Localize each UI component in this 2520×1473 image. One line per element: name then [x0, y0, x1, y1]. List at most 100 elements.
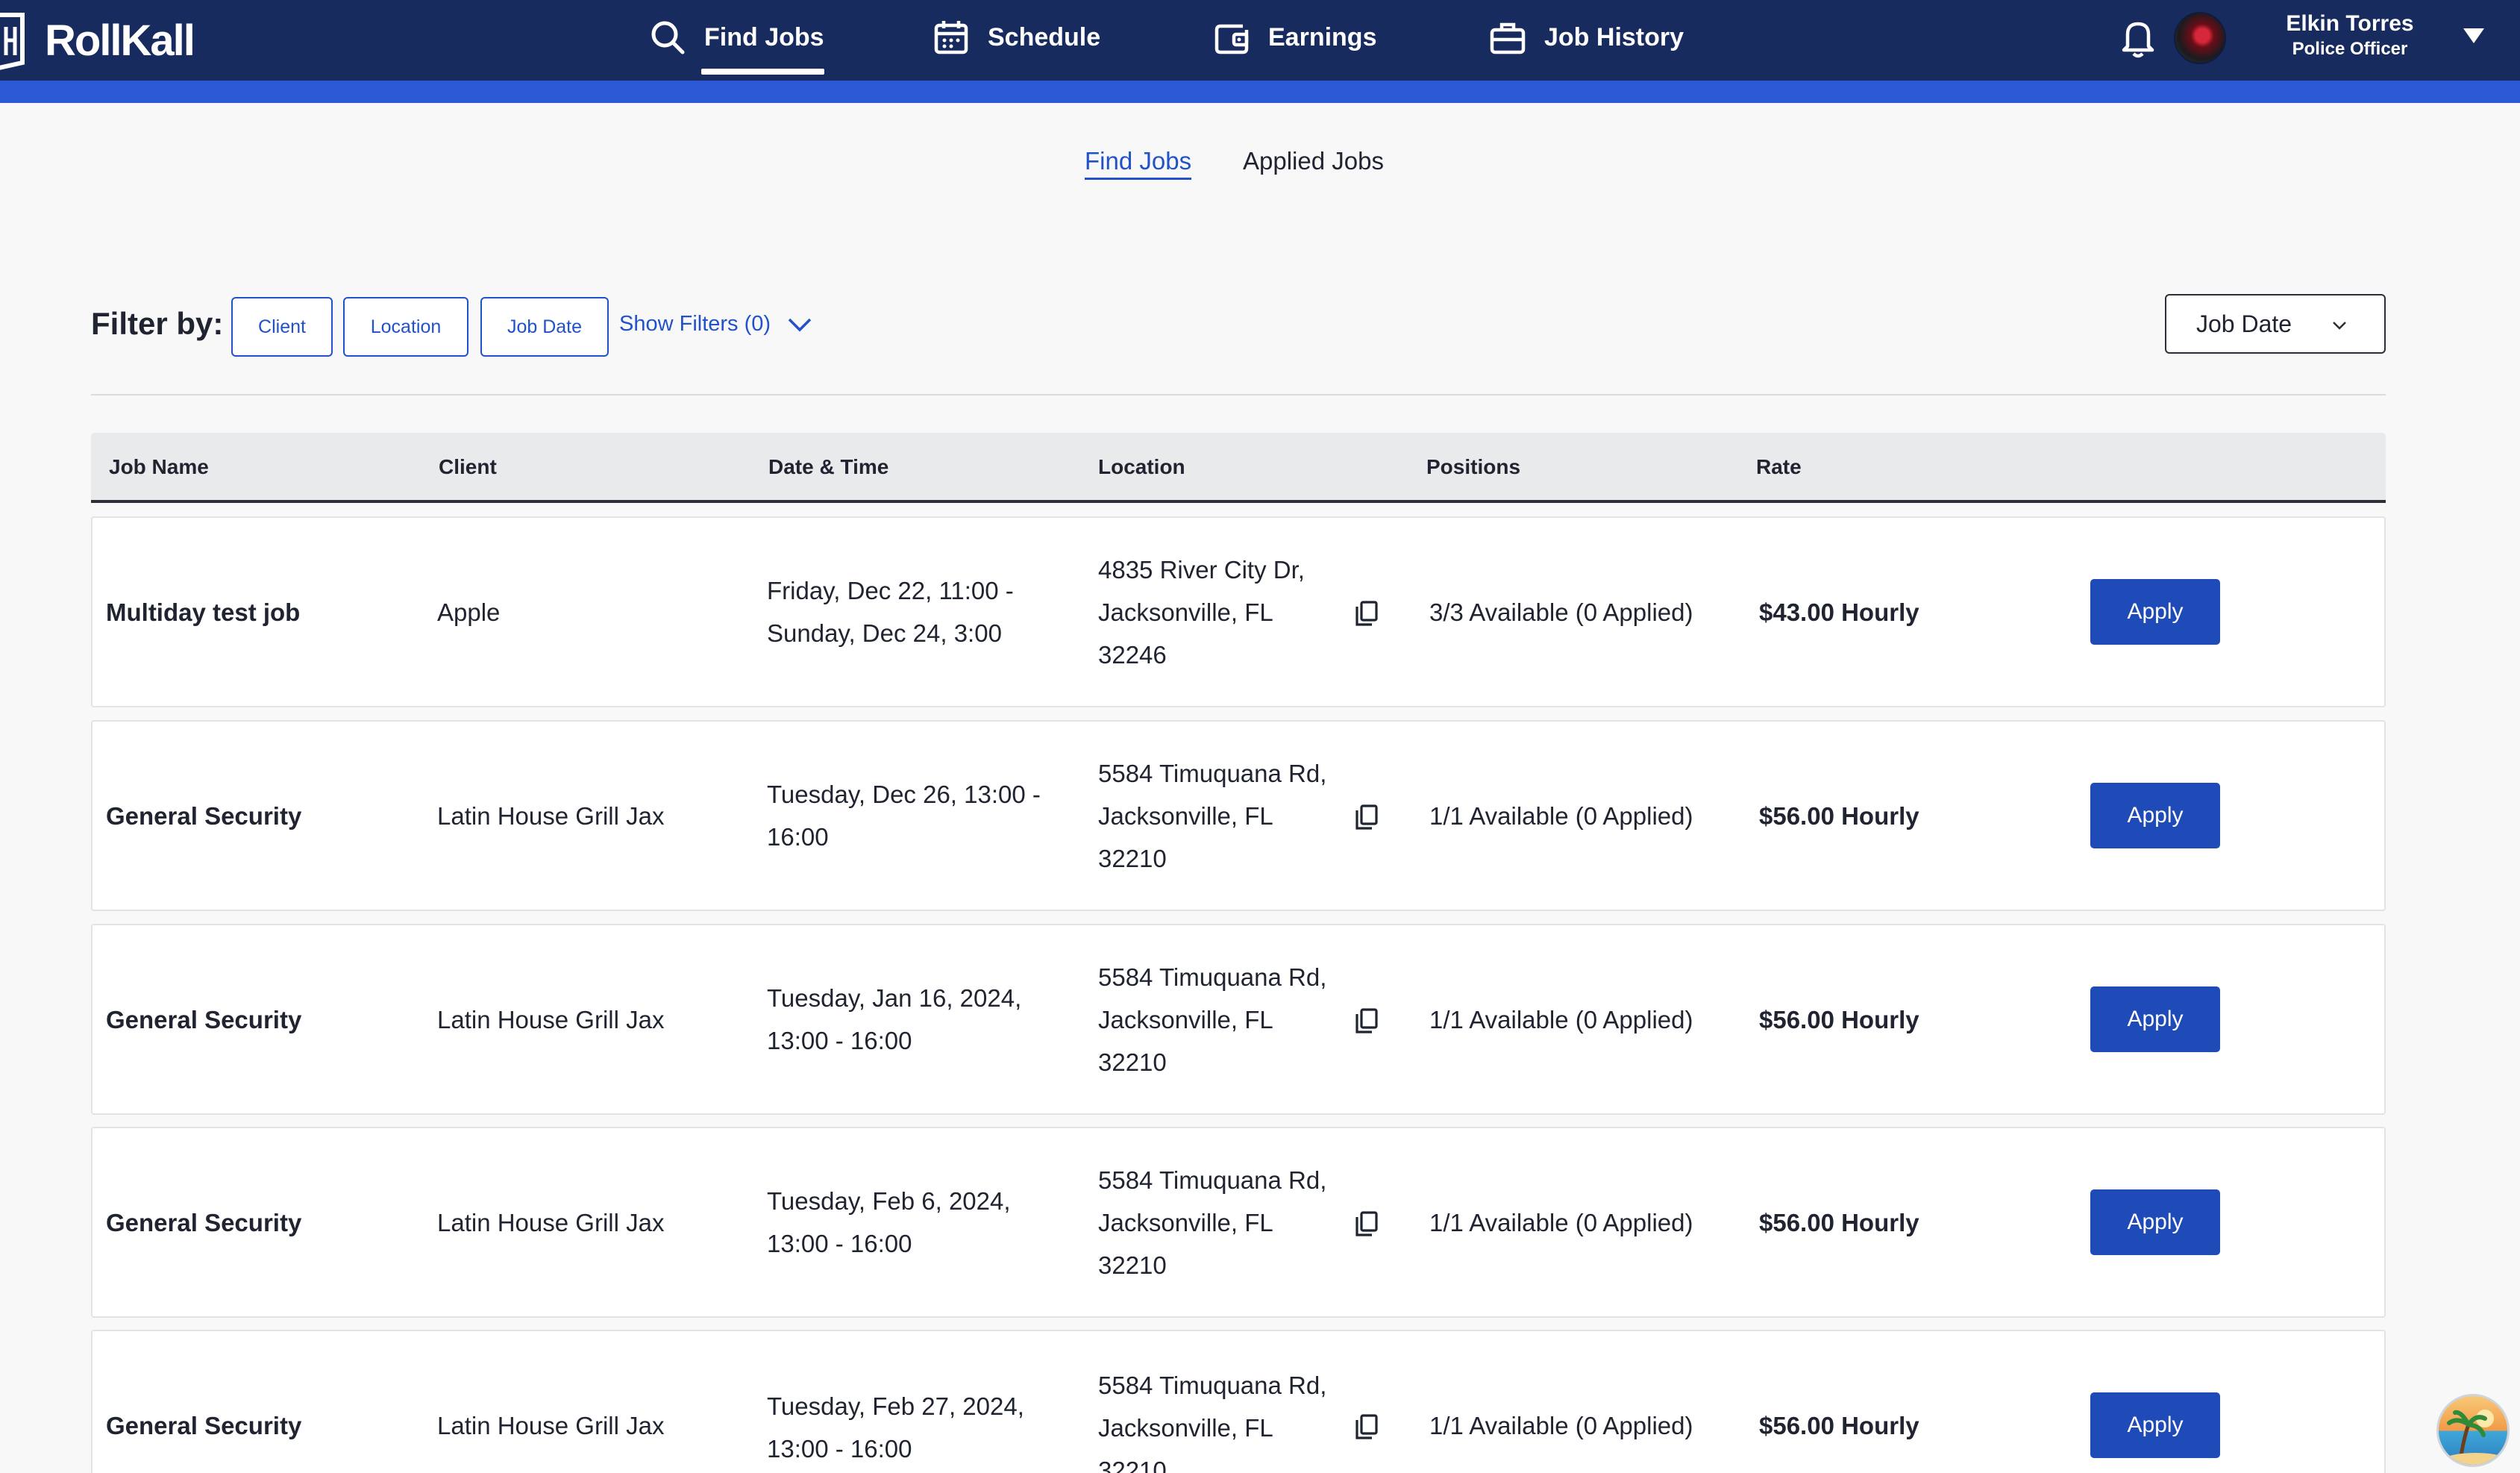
column-header-client: Client — [439, 455, 497, 478]
date-line: Tuesday, Feb 27, 2024, — [767, 1392, 1024, 1420]
location-line: Jacksonville, FL — [1098, 1414, 1273, 1442]
apply-button[interactable]: Apply — [2090, 986, 2220, 1052]
column-header-date-time: Date & Time — [768, 455, 889, 478]
date-line: 16:00 — [767, 823, 829, 851]
logo-text: RollKall — [45, 16, 195, 65]
location: 5584 Timuquana Rd, Jacksonville, FL 32210 — [1098, 722, 1326, 910]
apply-button[interactable]: Apply — [2090, 1189, 2220, 1255]
user-name: Elkin Torres — [2286, 11, 2414, 36]
table-row: General Security Latin House Grill Jax T… — [91, 720, 2386, 911]
table-row: General Security Latin House Grill Jax T… — [91, 1127, 2386, 1318]
table-header: Job Name Client Date & Time Location Pos… — [91, 433, 2386, 503]
location-line: 32210 — [1098, 1048, 1167, 1076]
sort-select[interactable]: Job Date — [2165, 294, 2386, 354]
column-header-rate: Rate — [1756, 455, 1802, 478]
nav-find-jobs[interactable]: Find Jobs — [649, 0, 824, 75]
column-header-job-name: Job Name — [109, 455, 209, 478]
date-line: 13:00 - 16:00 — [767, 1027, 912, 1054]
job-name[interactable]: General Security — [106, 998, 301, 1041]
client-name: Latin House Grill Jax — [437, 1412, 665, 1439]
location-line: 5584 Timuquana Rd, — [1098, 1372, 1327, 1399]
positions: 1/1 Available (0 Applied) — [1429, 802, 1693, 830]
job-name[interactable]: Multiday test job — [106, 591, 300, 634]
wallet-icon — [1214, 24, 1249, 54]
table-row: General Security Latin House Grill Jax T… — [91, 924, 2386, 1115]
top-navigation-bar: RollKall Find Jobs Schedule Earnings Job… — [0, 0, 2520, 81]
apply-button[interactable]: Apply — [2090, 1392, 2220, 1458]
location: 5584 Timuquana Rd, Jacksonville, FL 32210 — [1098, 1364, 1326, 1473]
date-line: Tuesday, Feb 6, 2024, — [767, 1187, 1011, 1215]
location-line: 32210 — [1098, 1251, 1167, 1279]
client-name: Latin House Grill Jax — [437, 802, 665, 830]
briefcase-icon — [1490, 22, 1526, 54]
location-line: Jacksonville, FL — [1098, 1005, 1273, 1033]
nav-earnings[interactable]: Earnings — [1213, 0, 1376, 75]
filter-client-button[interactable]: Client — [231, 297, 333, 357]
job-name[interactable]: General Security — [106, 1404, 301, 1447]
rate: $56.00 Hourly — [1759, 1209, 1919, 1236]
column-header-positions: Positions — [1426, 455, 1521, 478]
nav-label: Schedule — [988, 22, 1101, 51]
filter-location-button[interactable]: Location — [343, 297, 468, 357]
location-line: Jacksonville, FL — [1098, 598, 1273, 626]
date-time: Tuesday, Feb 27, 2024, 13:00 - 16:00 — [767, 1385, 1024, 1470]
date-time: Tuesday, Dec 26, 13:00 - 16:00 — [767, 722, 1041, 910]
active-tab-indicator — [701, 69, 824, 75]
positions: 1/1 Available (0 Applied) — [1429, 1209, 1693, 1236]
date-line: Friday, Dec 22, 11:00 - — [767, 577, 1014, 604]
rate: $56.00 Hourly — [1759, 1412, 1919, 1439]
client-name: Apple — [437, 598, 501, 626]
location: 5584 Timuquana Rd, Jacksonville, FL 32210 — [1098, 925, 1326, 1113]
copy-icon[interactable] — [1353, 1210, 1380, 1237]
job-name[interactable]: General Security — [106, 795, 301, 837]
location-line: 32246 — [1098, 640, 1167, 669]
nav-schedule[interactable]: Schedule — [933, 0, 1100, 75]
copy-icon[interactable] — [1353, 1413, 1380, 1440]
job-name[interactable]: General Security — [106, 1201, 301, 1244]
date-line: Tuesday, Dec 26, 13:00 - — [767, 781, 1041, 808]
location-line: 5584 Timuquana Rd, — [1098, 1166, 1327, 1194]
positions: 1/1 Available (0 Applied) — [1429, 1412, 1693, 1439]
apply-button[interactable]: Apply — [2090, 579, 2220, 645]
location-line: 5584 Timuquana Rd, — [1098, 759, 1327, 787]
user-role: Police Officer — [2292, 39, 2408, 59]
nav-job-history[interactable]: Job History — [1489, 0, 1684, 75]
accent-strip — [0, 81, 2520, 103]
copy-icon[interactable] — [1353, 1007, 1380, 1034]
location-line: Jacksonville, FL — [1098, 801, 1273, 830]
filter-job-date-button[interactable]: Job Date — [480, 297, 609, 357]
shield-logo-icon — [0, 13, 25, 70]
rate: $56.00 Hourly — [1759, 1006, 1919, 1033]
date-line: 13:00 - 16:00 — [767, 1230, 912, 1257]
beach-avatar-bubble-icon[interactable] — [2436, 1394, 2510, 1467]
caret-down-icon[interactable] — [2460, 25, 2487, 46]
table-row: Multiday test job Apple Friday, Dec 22, … — [91, 516, 2386, 707]
location-line: 32210 — [1098, 1457, 1167, 1473]
date-line: Tuesday, Jan 16, 2024, — [767, 984, 1022, 1012]
nav-label: Job History — [1544, 22, 1684, 51]
chevron-down-icon — [788, 318, 812, 331]
client-name: Latin House Grill Jax — [437, 1209, 665, 1236]
copy-icon[interactable] — [1353, 600, 1380, 627]
tab-find-jobs[interactable]: Find Jobs — [1085, 146, 1192, 180]
sort-select-value: Job Date — [2196, 310, 2292, 337]
tab-applied-jobs[interactable]: Applied Jobs — [1243, 146, 1384, 176]
client-name: Latin House Grill Jax — [437, 1006, 665, 1033]
positions: 1/1 Available (0 Applied) — [1429, 1006, 1693, 1033]
nav-label: Earnings — [1268, 22, 1377, 51]
avatar[interactable] — [2174, 12, 2226, 64]
chevron-down-icon — [2333, 322, 2346, 330]
apply-button[interactable]: Apply — [2090, 783, 2220, 848]
user-info[interactable]: Elkin Torres Police Officer — [2268, 10, 2432, 61]
date-time: Tuesday, Feb 6, 2024, 13:00 - 16:00 — [767, 1128, 1011, 1316]
show-filters-toggle[interactable]: Show Filters (0) — [619, 312, 812, 337]
location-line: 32210 — [1098, 844, 1167, 872]
location: 5584 Timuquana Rd, Jacksonville, FL 32210 — [1098, 1128, 1326, 1316]
date-time: Friday, Dec 22, 11:00 - Sunday, Dec 24, 3… — [767, 518, 1014, 706]
date-time: Tuesday, Jan 16, 2024, 13:00 - 16:00 — [767, 925, 1021, 1113]
rollkall-logo[interactable]: RollKall — [0, 10, 195, 70]
filter-by-label: Filter by: — [91, 306, 224, 341]
copy-icon[interactable] — [1353, 804, 1380, 831]
notification-bell-icon[interactable] — [2117, 15, 2159, 60]
location-line: 4835 River City Dr, — [1098, 555, 1305, 584]
